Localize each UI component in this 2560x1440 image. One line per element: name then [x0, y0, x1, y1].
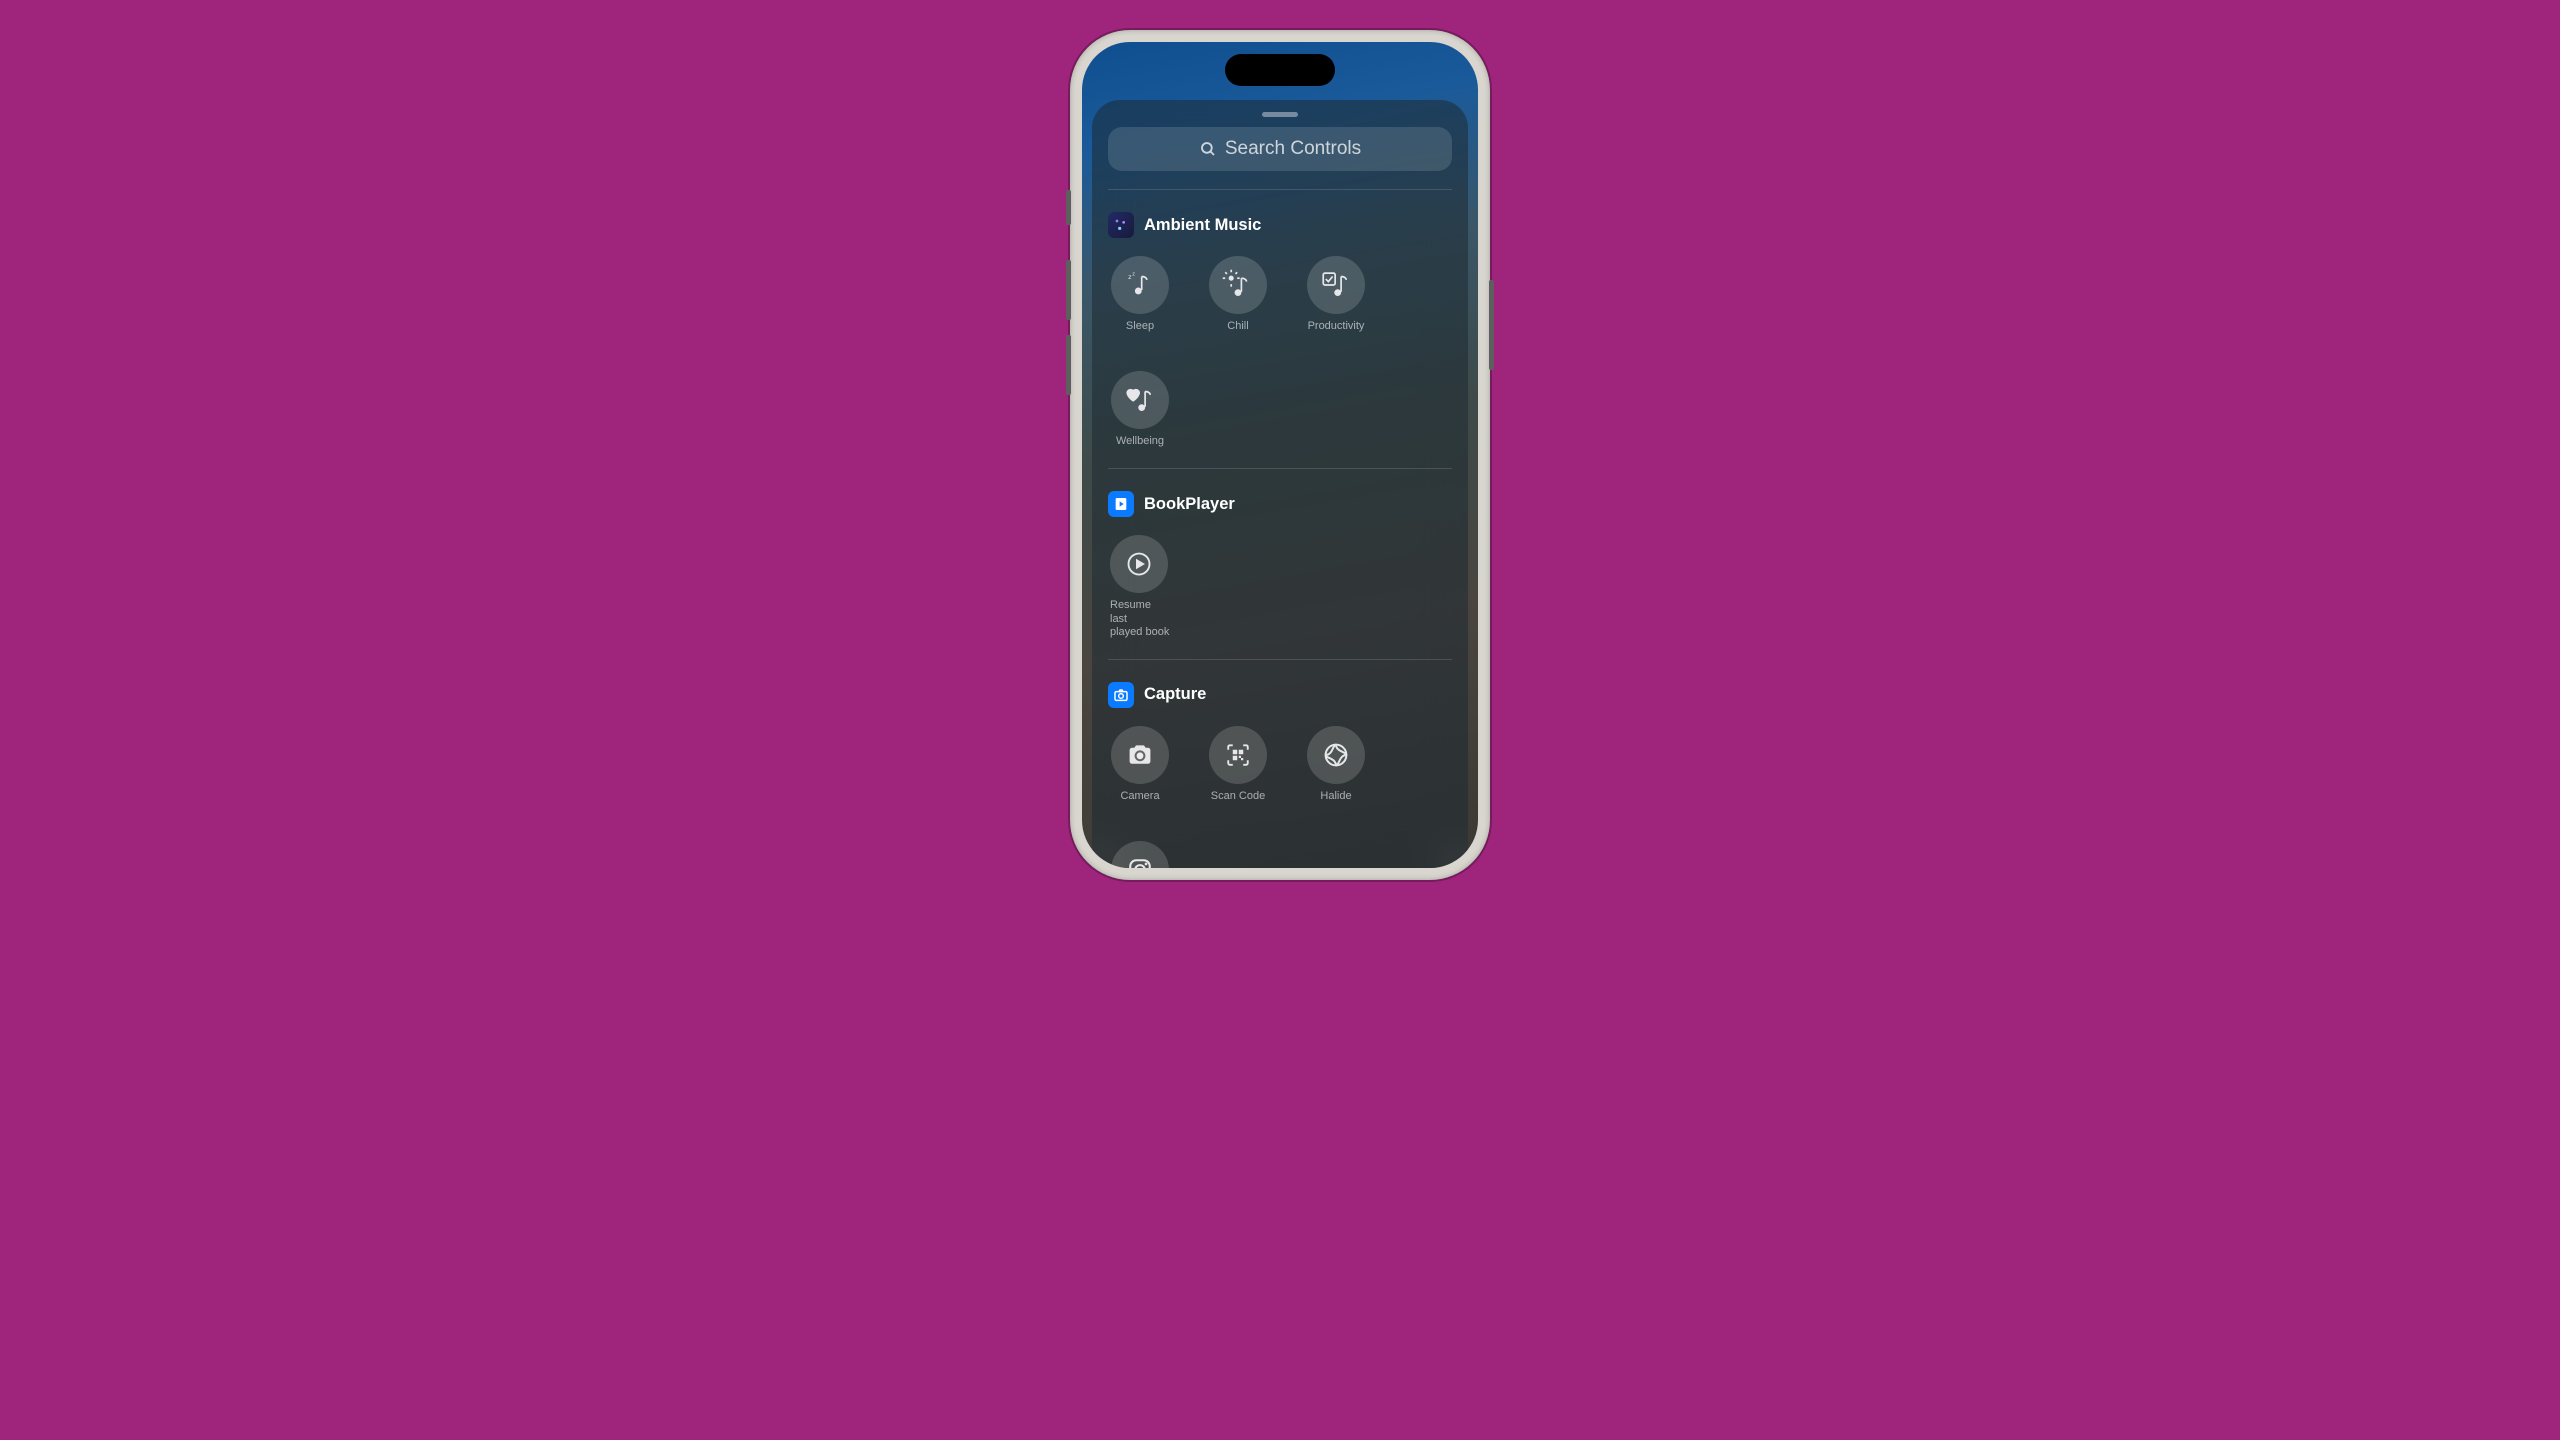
control-camera[interactable]: Camera — [1110, 726, 1170, 803]
phone-frame: Search Controls Ambient Music z z — [1070, 30, 1490, 880]
svg-text:z: z — [1128, 274, 1132, 281]
sleep-music-icon: z z — [1111, 256, 1169, 314]
section-ambient-music: Ambient Music z z Sleep — [1108, 189, 1452, 468]
section-header: Capture — [1108, 682, 1452, 708]
wellbeing-music-icon — [1111, 371, 1169, 429]
sheet-grabber[interactable] — [1262, 112, 1298, 117]
tile-row: Camera S — [1108, 726, 1452, 868]
bookplayer-app-icon — [1108, 491, 1134, 517]
search-placeholder: Search Controls — [1225, 138, 1361, 160]
dynamic-island — [1225, 54, 1335, 86]
tile-label: Halide — [1320, 790, 1351, 803]
tile-label: Sleep — [1126, 320, 1154, 333]
tile-label: Camera — [1120, 790, 1159, 803]
control-wellbeing[interactable]: Wellbeing — [1110, 371, 1170, 448]
control-productivity[interactable]: Productivity — [1306, 256, 1366, 333]
control-chill[interactable]: Chill — [1208, 256, 1268, 333]
tile-row: Resume last played book — [1108, 535, 1452, 639]
camera-icon — [1111, 726, 1169, 784]
section-header: Ambient Music — [1108, 212, 1452, 238]
section-bookplayer: BookPlayer Resume last played book — [1108, 468, 1452, 659]
tile-label: Chill — [1227, 320, 1248, 333]
search-icon — [1199, 140, 1217, 158]
play-icon — [1110, 535, 1168, 593]
control-sleep[interactable]: z z Sleep — [1110, 256, 1170, 333]
section-title: BookPlayer — [1144, 495, 1235, 514]
tile-label: Productivity — [1308, 320, 1365, 333]
side-button — [1066, 190, 1071, 225]
controls-gallery-sheet: Search Controls Ambient Music z z — [1092, 100, 1468, 868]
power-button — [1489, 280, 1494, 370]
control-scan-code[interactable]: Scan Code — [1208, 726, 1268, 803]
tile-label: Scan Code — [1211, 790, 1265, 803]
section-capture: Capture Camera — [1108, 659, 1452, 868]
chill-music-icon — [1209, 256, 1267, 314]
volume-down-button — [1066, 335, 1071, 395]
section-title: Ambient Music — [1144, 216, 1261, 235]
tile-label: Wellbeing — [1116, 435, 1164, 448]
halide-icon — [1307, 726, 1365, 784]
tile-row: z z Sleep — [1108, 256, 1452, 448]
ambient-music-app-icon — [1108, 212, 1134, 238]
phone-screen: Search Controls Ambient Music z z — [1082, 42, 1478, 868]
tile-label: Resume last played book — [1110, 599, 1170, 639]
productivity-music-icon — [1307, 256, 1365, 314]
capture-app-icon — [1108, 682, 1134, 708]
control-instagram[interactable]: Instagram — [1110, 841, 1170, 868]
svg-text:z: z — [1132, 272, 1135, 278]
qr-scan-icon — [1209, 726, 1267, 784]
control-resume-book[interactable]: Resume last played book — [1110, 535, 1170, 639]
section-title: Capture — [1144, 685, 1206, 704]
section-header: BookPlayer — [1108, 491, 1452, 517]
instagram-icon — [1111, 841, 1169, 868]
search-input[interactable]: Search Controls — [1108, 127, 1452, 171]
volume-up-button — [1066, 260, 1071, 320]
control-halide[interactable]: Halide — [1306, 726, 1366, 803]
